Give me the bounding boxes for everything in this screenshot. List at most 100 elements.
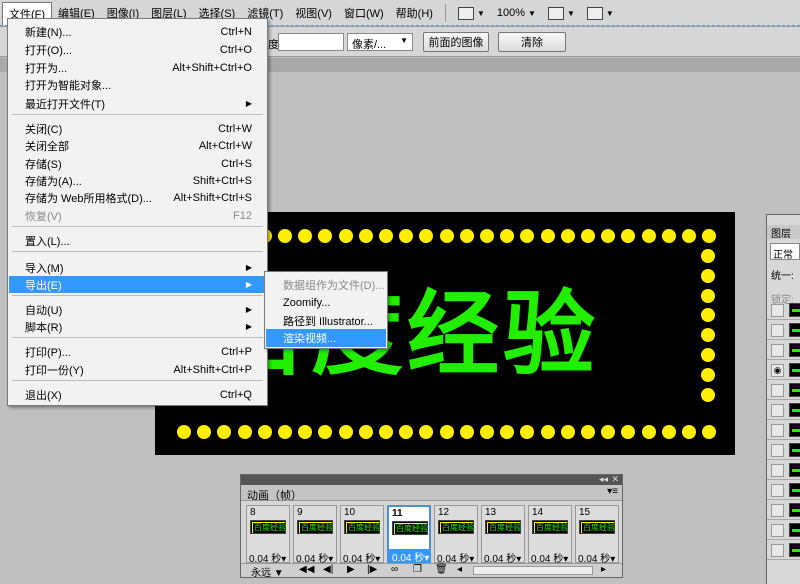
next-frame-icon[interactable]: |▶ xyxy=(367,564,377,575)
layer-row[interactable] xyxy=(767,461,800,480)
menu-item-label: 打开为智能对象... xyxy=(25,79,112,92)
visibility-toggle[interactable] xyxy=(771,424,784,437)
layer-row[interactable] xyxy=(767,441,800,460)
menu-item-open[interactable]: 打开(O)... Ctrl+O xyxy=(9,41,266,58)
menu-item-recent-files[interactable]: 最近打开文件(T) ▶ xyxy=(9,95,266,112)
layer-row[interactable] xyxy=(767,501,800,520)
unit-select[interactable]: 像素/... ▼ xyxy=(347,33,413,51)
layer-row[interactable] xyxy=(767,381,800,400)
collapse-icon[interactable]: ◂◂ xyxy=(599,474,608,485)
menu-item-export[interactable]: 导出(E) ▶ xyxy=(9,276,266,293)
menu-item-save-for-web[interactable]: 存储为 Web所用格式(D)... Alt+Shift+Ctrl+S xyxy=(9,189,266,206)
extras-control[interactable]: ▼ xyxy=(586,6,614,20)
zoom-control[interactable]: 100% ▼ xyxy=(497,7,536,19)
submenu-item-export-data-sets[interactable]: 数据组作为文件(D)... xyxy=(266,276,386,294)
visibility-toggle[interactable] xyxy=(771,444,784,457)
light-dot xyxy=(561,229,575,243)
menu-window[interactable]: 窗口(W) xyxy=(338,2,390,24)
front-image-button[interactable]: 前面的图像 xyxy=(423,32,489,52)
animation-frame[interactable]: 10 百度经验 0.04 秒▾ xyxy=(340,505,384,565)
clear-button[interactable]: 清除 xyxy=(498,32,566,52)
menu-item-label: 导入(M) xyxy=(25,262,64,275)
light-dot xyxy=(318,425,332,439)
menu-item-shortcut: Ctrl+P xyxy=(221,345,252,358)
screen-mode-control[interactable]: ▼ xyxy=(457,6,485,20)
menu-item-import[interactable]: 导入(M) ▶ xyxy=(9,259,266,276)
menu-item-save-as[interactable]: 存储为(A)... Shift+Ctrl+S xyxy=(9,172,266,189)
loop-select[interactable]: 永远 ▼ xyxy=(251,564,284,579)
scroll-left-icon[interactable]: ◂ xyxy=(457,564,462,575)
play-icon[interactable]: ▶ xyxy=(347,564,355,575)
animation-frame[interactable]: 8 百度经验 0.04 秒▾ xyxy=(246,505,290,565)
layer-row[interactable] xyxy=(767,521,800,540)
layer-thumbnail xyxy=(789,423,800,437)
visibility-toggle[interactable] xyxy=(771,324,784,337)
tab-layers[interactable]: 图层 xyxy=(767,225,800,240)
tab-animation[interactable]: 动画（帧） xyxy=(247,487,302,503)
visibility-toggle[interactable] xyxy=(771,464,784,477)
visibility-toggle[interactable] xyxy=(771,304,784,317)
menu-item-open-as-smart-object[interactable]: 打开为智能对象... xyxy=(9,76,266,93)
frame-delay[interactable]: 0.04 秒▾ xyxy=(389,549,431,564)
menu-item-save[interactable]: 存储(S) Ctrl+S xyxy=(9,155,266,172)
menu-item-scripts[interactable]: 脚本(R) ▶ xyxy=(9,318,266,335)
menu-item-print-one-copy[interactable]: 打印一份(Y) Alt+Shift+Ctrl+P xyxy=(9,361,266,378)
visibility-toggle[interactable] xyxy=(771,404,784,417)
animation-frame[interactable]: 13 百度经验 0.04 秒▾ xyxy=(481,505,525,565)
screen-mode-icon xyxy=(457,6,474,20)
submenu-item-paths-to-illustrator[interactable]: 路径到 Illustrator... xyxy=(266,312,386,330)
blend-mode-select[interactable]: 正常 xyxy=(770,243,800,260)
menu-item-revert[interactable]: 恢复(V) F12 xyxy=(9,207,266,224)
layer-row[interactable] xyxy=(767,301,800,320)
visibility-toggle[interactable] xyxy=(771,384,784,397)
menu-item-automate[interactable]: 自动(U) ▶ xyxy=(9,301,266,318)
file-menu: 新建(N)... Ctrl+N 打开(O)... Ctrl+O 打开为... Alt+Sh… xyxy=(7,18,268,406)
submenu-arrow-icon: ▶ xyxy=(245,99,252,108)
first-frame-icon[interactable]: ◀◀ xyxy=(299,564,314,575)
submenu-item-render-video[interactable]: 渲染视频... xyxy=(266,329,386,347)
menu-view[interactable]: 视图(V) xyxy=(289,2,338,24)
light-dot xyxy=(177,425,191,439)
layer-row[interactable] xyxy=(767,481,800,500)
submenu-item-zoomify[interactable]: Zoomify... xyxy=(266,294,386,312)
duplicate-frame-icon[interactable]: ❐ xyxy=(413,564,422,575)
menu-item-new[interactable]: 新建(N)... Ctrl+N xyxy=(9,23,266,40)
layers-panel: 图层 正常 统一: 锁定: ◉ xyxy=(766,214,800,584)
menu-help[interactable]: 帮助(H) xyxy=(390,2,439,24)
animation-frame[interactable]: 12 百度经验 0.04 秒▾ xyxy=(434,505,478,565)
visibility-toggle[interactable] xyxy=(771,524,784,537)
menu-item-close[interactable]: 关闭(C) Ctrl+W xyxy=(9,120,266,137)
visibility-toggle[interactable] xyxy=(771,504,784,517)
tween-icon[interactable]: ∞ xyxy=(391,564,398,575)
menu-item-exit[interactable]: 退出(X) Ctrl+Q xyxy=(9,386,266,403)
layer-row[interactable] xyxy=(767,341,800,360)
layer-row[interactable] xyxy=(767,541,800,560)
arrange-documents-control[interactable]: ▼ xyxy=(547,6,575,20)
layer-row[interactable]: ◉ xyxy=(767,361,800,380)
animation-frame[interactable]: 11 百度经验 0.04 秒▾ xyxy=(387,505,431,564)
scroll-right-icon[interactable]: ▸ xyxy=(601,564,606,575)
resolution-input[interactable] xyxy=(278,33,344,51)
light-dot xyxy=(662,229,676,243)
animation-frame[interactable]: 15 百度经验 0.04 秒▾ xyxy=(575,505,619,565)
menu-item-place[interactable]: 置入(L)... xyxy=(9,232,266,249)
close-icon[interactable]: ✕ xyxy=(611,474,619,485)
layer-row[interactable] xyxy=(767,421,800,440)
animation-frame[interactable]: 9 百度经验 0.04 秒▾ xyxy=(293,505,337,565)
menu-item-print[interactable]: 打印(P)... Ctrl+P xyxy=(9,343,266,360)
layer-row[interactable] xyxy=(767,401,800,420)
visibility-toggle[interactable] xyxy=(771,544,784,557)
frames-scrollbar[interactable] xyxy=(473,566,593,575)
visibility-toggle[interactable] xyxy=(771,484,784,497)
panel-menu-icon[interactable]: ▾≡ xyxy=(607,486,618,497)
panel-title-bar: ◂◂ ✕ xyxy=(241,474,622,485)
visibility-toggle[interactable] xyxy=(771,344,784,357)
menu-item-open-as[interactable]: 打开为... Alt+Shift+Ctrl+O xyxy=(9,59,266,76)
light-dot xyxy=(339,229,353,243)
menu-item-close-all[interactable]: 关闭全部 Alt+Ctrl+W xyxy=(9,137,266,154)
eye-icon[interactable]: ◉ xyxy=(771,364,784,377)
animation-frame[interactable]: 14 百度经验 0.04 秒▾ xyxy=(528,505,572,565)
layer-row[interactable] xyxy=(767,321,800,340)
delete-frame-icon[interactable]: 🗑 xyxy=(435,564,448,575)
previous-frame-icon[interactable]: ◀| xyxy=(323,564,333,575)
